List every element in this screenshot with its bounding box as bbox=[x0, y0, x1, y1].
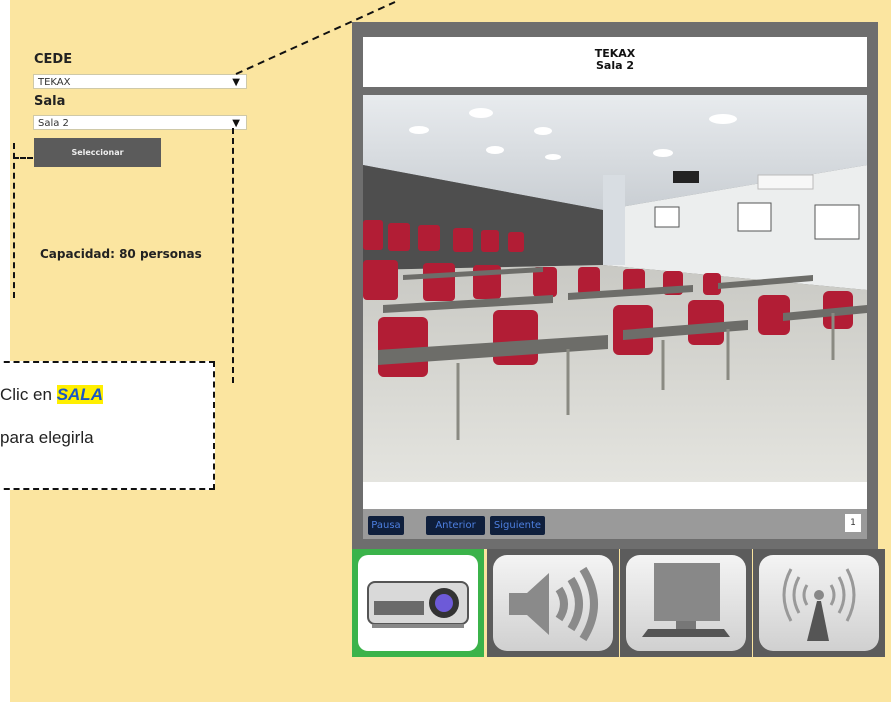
wifi-antenna-icon bbox=[782, 568, 856, 641]
callout-highlight: SALA bbox=[56, 385, 103, 404]
cede-label: CEDE bbox=[34, 52, 73, 67]
projector-icon bbox=[367, 581, 469, 628]
select-button[interactable]: Seleccionar bbox=[34, 138, 161, 167]
annotation-line bbox=[13, 143, 15, 298]
sala-select[interactable]: Sala 2 ▼ bbox=[33, 115, 247, 130]
caption-strip bbox=[363, 482, 867, 509]
capacity-text: Capacidad: 80 personas bbox=[40, 247, 202, 261]
monitor-icon bbox=[642, 563, 730, 637]
slide-counter: 1 bbox=[845, 514, 861, 532]
slideshow-controls: Pausa Anterior Siguiente 1 bbox=[363, 509, 867, 539]
classroom-photo bbox=[363, 95, 867, 482]
speaker-icon bbox=[509, 566, 598, 642]
callout-box: Clic en SALA para elegirla bbox=[0, 361, 215, 490]
slide-caption: TEKAX Sala 2 bbox=[363, 37, 867, 87]
next-button[interactable]: Siguiente bbox=[490, 516, 545, 535]
cede-value: TEKAX bbox=[38, 77, 71, 88]
slideshow-viewer: TEKAX Sala 2 Pausa Anterior Siguiente 1 bbox=[352, 22, 878, 549]
annotation-line bbox=[232, 128, 234, 383]
slide-subtitle: Sala 2 bbox=[595, 59, 635, 72]
annotation-line bbox=[13, 157, 33, 159]
tile-audio[interactable] bbox=[487, 549, 619, 657]
callout-text: para elegirla bbox=[0, 428, 94, 447]
pause-button[interactable]: Pausa bbox=[368, 516, 404, 535]
previous-button[interactable]: Anterior bbox=[426, 516, 485, 535]
tile-computer[interactable] bbox=[620, 549, 752, 657]
sala-label: Sala bbox=[34, 94, 66, 109]
callout-text: Clic en bbox=[0, 385, 57, 404]
cede-select[interactable]: TEKAX ▼ bbox=[33, 74, 247, 89]
tile-wireless[interactable] bbox=[753, 549, 885, 657]
sala-value: Sala 2 bbox=[38, 118, 69, 129]
tile-projector[interactable] bbox=[352, 549, 484, 657]
